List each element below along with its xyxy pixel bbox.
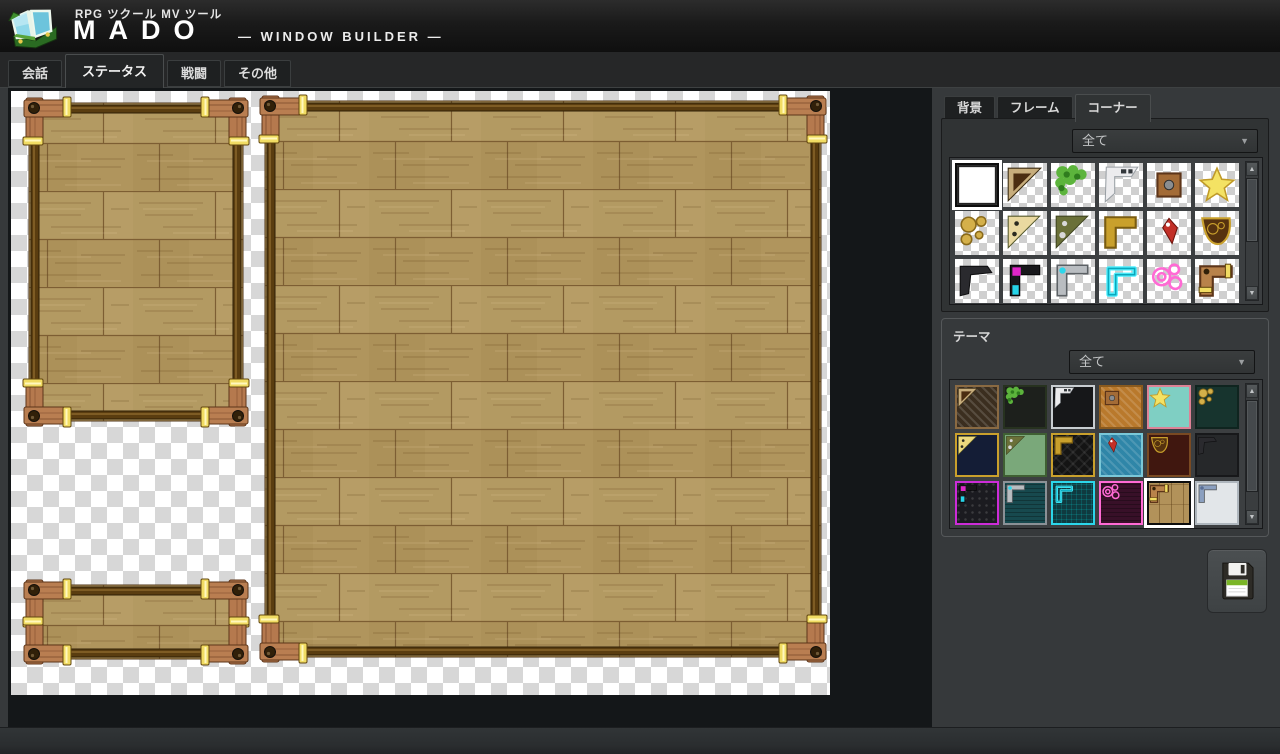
corner-list-scrollbar[interactable]: ▲ ▼: [1245, 161, 1259, 301]
corner-red-gem[interactable]: [1147, 211, 1191, 255]
corner-gold-bracket[interactable]: [1099, 211, 1143, 255]
corner-bronze-triangle[interactable]: [1003, 163, 1047, 207]
theme-filter-value: 全て: [1079, 354, 1105, 369]
parts-panel: 背景 フレーム コーナー 全て ▼ ▲ ▼: [932, 88, 1280, 727]
theme-mahogany[interactable]: [1147, 433, 1191, 477]
scroll-down-button[interactable]: ▼: [1246, 286, 1258, 300]
theme-emerald[interactable]: [1195, 385, 1239, 429]
app-logo-icon: [6, 3, 60, 49]
app-header: RPG ツクール MV ツール MADO — WINDOW BUILDER —: [0, 0, 1280, 52]
app-title: MADO: [73, 15, 208, 46]
theme-steel-black[interactable]: [1051, 385, 1095, 429]
scrollbar-thumb[interactable]: [1246, 400, 1258, 492]
corner-olive-holes[interactable]: [1051, 211, 1095, 255]
corner-magenta-cyan[interactable]: [1003, 259, 1047, 303]
theme-navy-gold[interactable]: [955, 433, 999, 477]
main-content: 背景 フレーム コーナー 全て ▼ ▲ ▼: [0, 88, 1280, 727]
app-subtitle: — WINDOW BUILDER —: [238, 29, 444, 44]
window-preview-message[interactable]: [21, 577, 251, 667]
window-preview-status-main[interactable]: [257, 93, 829, 665]
theme-cyan-grid[interactable]: [1051, 481, 1095, 525]
artboard-transparency-grid: [11, 91, 830, 695]
theme-green-olive[interactable]: [1003, 433, 1047, 477]
window-preview-status-side[interactable]: [21, 95, 251, 429]
corner-none[interactable]: [955, 163, 999, 207]
corner-steel-cyan-dot[interactable]: [1051, 259, 1095, 303]
tab-background[interactable]: 背景: [944, 96, 995, 120]
scroll-up-button[interactable]: ▲: [1246, 384, 1258, 398]
chevron-down-icon: ▼: [1240, 130, 1249, 152]
canvas-panel: [8, 88, 932, 727]
tab-frame[interactable]: フレーム: [997, 96, 1073, 120]
corner-yellow-star[interactable]: [1195, 163, 1239, 207]
status-bar: [0, 727, 1280, 754]
corner-brown-ornament[interactable]: [1195, 211, 1239, 255]
corner-silver-metal[interactable]: [1099, 163, 1143, 207]
theme-sky-stripe[interactable]: [1099, 433, 1143, 477]
part-tab-bar: 背景 フレーム コーナー: [944, 92, 1153, 120]
corner-list: ▲ ▼: [949, 157, 1263, 305]
mado-window-builder-app: RPG ツクール MV ツール MADO — WINDOW BUILDER — …: [0, 0, 1280, 754]
floppy-disk-icon: [1220, 561, 1254, 601]
corner-filter-dropdown[interactable]: 全て ▼: [1072, 129, 1258, 153]
theme-wood-floor[interactable]: [1147, 481, 1191, 525]
screen-tab-bar: 会話 ステータス 戦闘 その他: [0, 52, 1280, 88]
scroll-up-button[interactable]: ▲: [1246, 162, 1258, 176]
corner-gold-ornament[interactable]: [955, 211, 999, 255]
theme-forest-black[interactable]: [1003, 385, 1047, 429]
corner-filter-value: 全て: [1082, 133, 1108, 148]
theme-teal-steel[interactable]: [1003, 481, 1047, 525]
corner-wood-pin-square[interactable]: [1147, 163, 1191, 207]
chevron-down-icon: ▼: [1237, 351, 1246, 373]
tab-kaiwa[interactable]: 会話: [8, 60, 62, 87]
theme-orange-wood[interactable]: [1099, 385, 1143, 429]
theme-filter-dropdown[interactable]: 全て ▼: [1069, 350, 1255, 374]
corner-tab-page: 全て ▼ ▲ ▼: [941, 118, 1269, 312]
corner-iron[interactable]: [955, 259, 999, 303]
tab-sentou[interactable]: 戦闘: [167, 60, 221, 87]
theme-group-label: テーマ: [953, 326, 991, 345]
corner-pink-neon-swirl[interactable]: [1147, 259, 1191, 303]
theme-rose-neon[interactable]: [1099, 481, 1143, 525]
corner-cream-dots[interactable]: [1003, 211, 1047, 255]
corner-cyan-neon[interactable]: [1099, 259, 1143, 303]
save-button[interactable]: [1207, 549, 1267, 613]
scrollbar-thumb[interactable]: [1246, 178, 1258, 242]
tab-sonota[interactable]: その他: [224, 60, 291, 87]
scroll-down-button[interactable]: ▼: [1246, 510, 1258, 524]
theme-group: テーマ 全て ▼ ▲ ▼: [941, 318, 1269, 537]
corner-green-foliage[interactable]: [1051, 163, 1095, 207]
theme-list-scrollbar[interactable]: ▲ ▼: [1245, 383, 1259, 525]
theme-list: ▲ ▼: [949, 379, 1263, 529]
theme-paper-white[interactable]: [1195, 481, 1239, 525]
tab-corner[interactable]: コーナー: [1075, 94, 1151, 122]
corner-wood-beam[interactable]: [1195, 259, 1239, 303]
theme-argyle-gold[interactable]: [1051, 433, 1095, 477]
tab-status[interactable]: ステータス: [65, 54, 164, 88]
theme-neon-dark[interactable]: [955, 481, 999, 525]
theme-candy-teal[interactable]: [1147, 385, 1191, 429]
theme-charcoal[interactable]: [1195, 433, 1239, 477]
theme-dark-wood[interactable]: [955, 385, 999, 429]
